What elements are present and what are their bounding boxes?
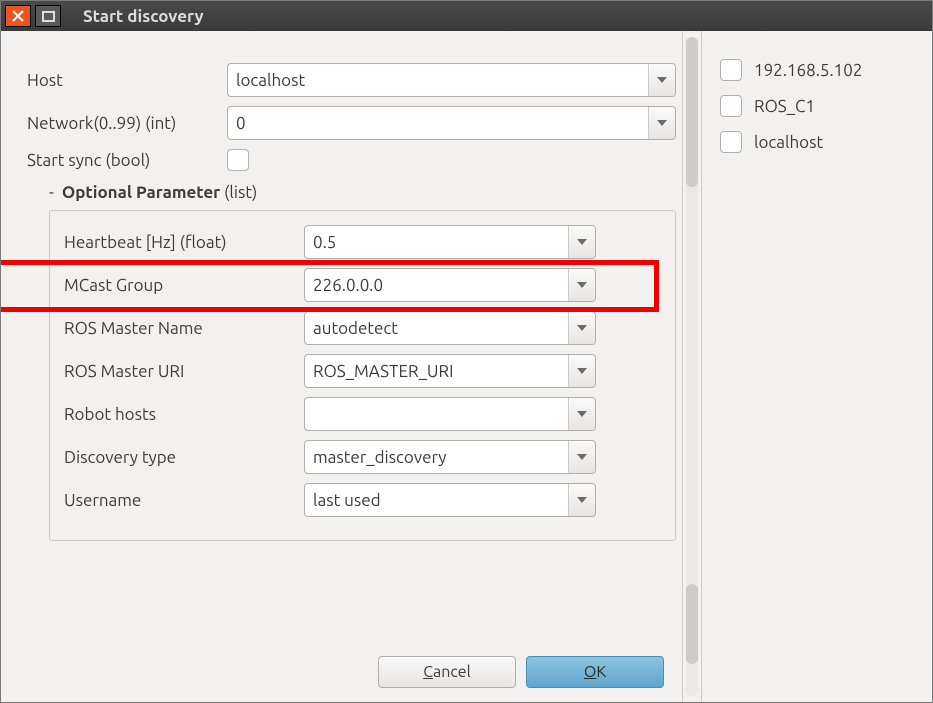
optional-title: Optional Parameter <box>62 183 220 202</box>
optional-value: autodetect <box>305 312 568 344</box>
network-label: Network(0..99) (int) <box>27 114 227 133</box>
optional-row: Heartbeat [Hz] (float)0.5 <box>64 225 661 259</box>
optional-value: ROS_MASTER_URI <box>305 355 568 387</box>
optional-combo[interactable]: master_discovery <box>304 440 596 474</box>
optional-label: MCast Group <box>64 276 304 295</box>
close-icon <box>12 10 24 22</box>
form-area: Host localhost Network(0..99) (int) 0 <box>27 63 676 694</box>
host-checkbox[interactable] <box>720 131 742 153</box>
optional-row: Discovery typemaster_discovery <box>64 440 661 474</box>
host-checkbox[interactable] <box>720 95 742 117</box>
optional-label: Discovery type <box>64 448 304 467</box>
maximize-icon <box>42 11 55 22</box>
network-combo[interactable]: 0 <box>227 106 676 140</box>
chevron-down-icon <box>568 355 595 387</box>
mcast-group-row: MCast Group226.0.0.0 <box>64 268 661 302</box>
host-combo[interactable]: localhost <box>227 63 676 97</box>
optional-parameter-box: Heartbeat [Hz] (float)0.5MCast Group226.… <box>49 210 676 541</box>
host-item[interactable]: ROS_C1 <box>720 95 924 117</box>
start-sync-row: Start sync (bool) <box>27 149 676 171</box>
host-value: localhost <box>228 64 648 96</box>
window: Start discovery Host localhost <box>0 0 933 703</box>
optional-combo[interactable]: 0.5 <box>304 225 596 259</box>
optional-row: Robot hosts <box>64 397 661 431</box>
start-sync-checkbox[interactable] <box>227 149 249 171</box>
chevron-down-icon <box>648 64 675 96</box>
optional-label: ROS Master URI <box>64 362 304 381</box>
host-label: ROS_C1 <box>754 97 815 116</box>
chevron-down-icon <box>568 441 595 473</box>
dialog-footer: Cancel OK <box>1 646 682 702</box>
chevron-down-icon <box>568 398 595 430</box>
optional-value: last used <box>305 484 568 516</box>
ok-button[interactable]: OK <box>526 656 664 688</box>
titlebar: Start discovery <box>1 1 932 31</box>
window-title: Start discovery <box>83 7 204 26</box>
host-item[interactable]: 192.168.5.102 <box>720 59 924 81</box>
optional-label: Robot hosts <box>64 405 304 424</box>
optional-label: ROS Master Name <box>64 319 304 338</box>
optional-label: Heartbeat [Hz] (float) <box>64 233 304 252</box>
optional-row: ROS Master Nameautodetect <box>64 311 661 345</box>
optional-suffix: (list) <box>224 183 257 202</box>
host-checkbox[interactable] <box>720 59 742 81</box>
optional-label: Username <box>64 491 304 510</box>
form-scrollbar[interactable] <box>682 31 701 702</box>
optional-row: ROS Master URIROS_MASTER_URI <box>64 354 661 388</box>
optional-combo[interactable]: autodetect <box>304 311 596 345</box>
scrollbar-thumb[interactable] <box>686 37 698 187</box>
scrollbar-thumb[interactable] <box>686 584 698 664</box>
host-label: Host <box>27 71 227 90</box>
optional-value <box>305 398 568 430</box>
chevron-down-icon <box>648 107 675 139</box>
cancel-button[interactable]: Cancel <box>378 656 516 688</box>
maximize-button[interactable] <box>35 5 61 27</box>
optional-combo[interactable]: last used <box>304 483 596 517</box>
network-row: Network(0..99) (int) 0 <box>27 106 676 140</box>
network-value: 0 <box>228 107 648 139</box>
optional-combo[interactable]: ROS_MASTER_URI <box>304 354 596 388</box>
close-button[interactable] <box>5 5 31 27</box>
host-list-panel: 192.168.5.102 ROS_C1 localhost <box>702 31 932 702</box>
chevron-down-icon <box>568 484 595 516</box>
optional-combo[interactable] <box>304 397 596 431</box>
form-panel: Host localhost Network(0..99) (int) 0 <box>1 31 682 702</box>
optional-header[interactable]: - Optional Parameter (list) <box>49 183 676 202</box>
collapse-toggle: - <box>49 183 54 202</box>
chevron-down-icon <box>568 312 595 344</box>
optional-value: 226.0.0.0 <box>305 269 568 301</box>
optional-value: 0.5 <box>305 226 568 258</box>
host-row: Host localhost <box>27 63 676 97</box>
chevron-down-icon <box>568 269 595 301</box>
start-sync-label: Start sync (bool) <box>27 151 227 170</box>
host-label: 192.168.5.102 <box>754 61 862 80</box>
form-panel-wrap: Host localhost Network(0..99) (int) 0 <box>1 31 701 702</box>
optional-value: master_discovery <box>305 441 568 473</box>
mcast-group-combo[interactable]: 226.0.0.0 <box>304 268 596 302</box>
optional-row: Usernamelast used <box>64 483 661 517</box>
host-item[interactable]: localhost <box>720 131 924 153</box>
chevron-down-icon <box>568 226 595 258</box>
content: Host localhost Network(0..99) (int) 0 <box>1 31 932 702</box>
host-label: localhost <box>754 133 823 152</box>
